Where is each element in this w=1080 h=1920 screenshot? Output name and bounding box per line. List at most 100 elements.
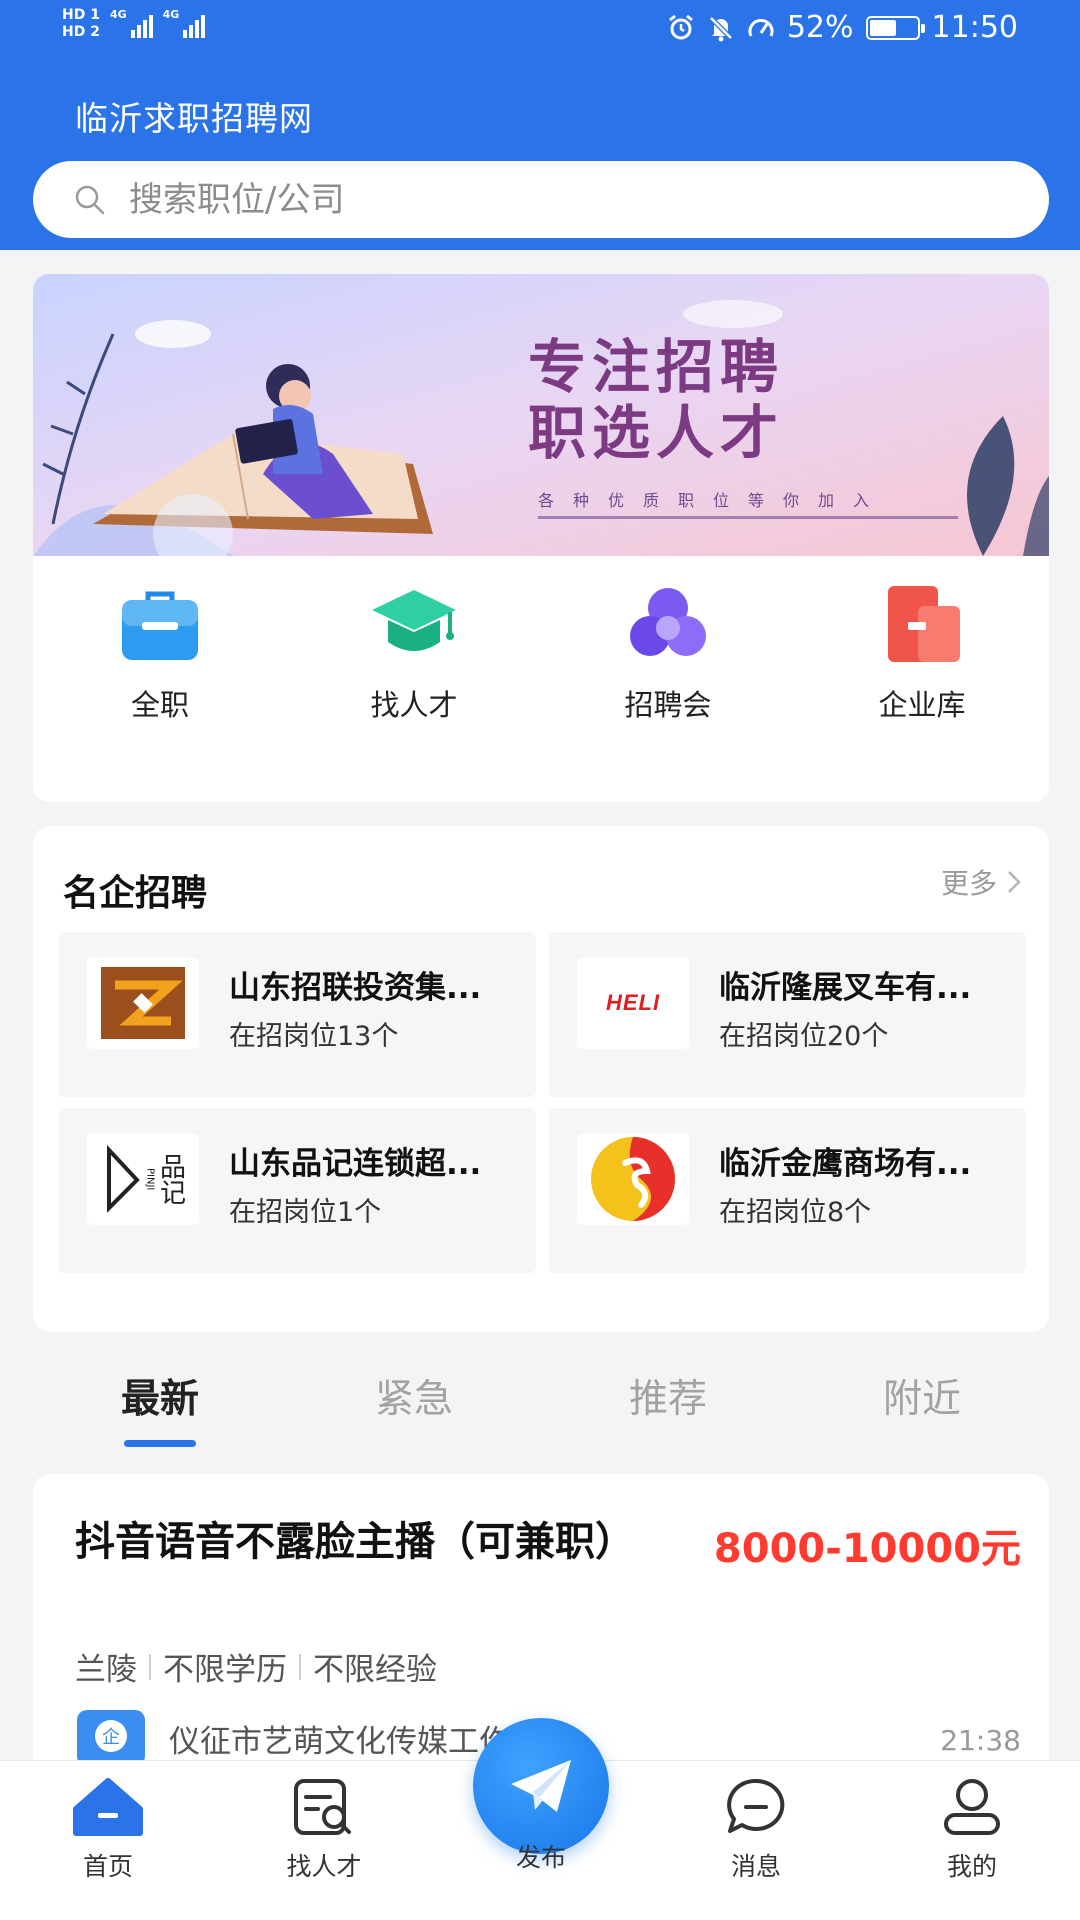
zhaolian-logo [101,967,185,1039]
category-job-fair[interactable]: 招聘会 [541,584,795,744]
battery-icon [865,15,925,40]
more-label: 更多 [940,867,997,900]
job-count: 在招岗位20个 [719,1021,889,1052]
battery-percent: 52% [786,10,854,45]
company-name: 山东品记连锁超... [229,1146,482,1182]
circles-icon [630,588,706,656]
hd-indicators: HD 1 HD 2 [62,8,100,39]
job-tags: 兰陵 不限学历 不限经验 [75,1644,437,1689]
job-count: 在招岗位8个 [719,1197,872,1228]
briefcase-icon [122,591,198,660]
job-education: 不限学历 [163,1652,287,1688]
nav-home[interactable]: 首页 [28,1761,188,1920]
user-icon [944,1779,1000,1835]
company-card[interactable]: 临沂金鹰商场有... 在招岗位8个 [549,1108,1026,1273]
more-link[interactable]: 更多 [941,862,1021,902]
hd1-label: HD 1 [62,7,100,23]
company-logo [577,1133,689,1225]
tab-urgent[interactable]: 紧急 [287,1350,541,1460]
job-company: 企 仪征市艺萌文化传媒工作室 [75,1708,541,1768]
nav-label: 我的 [946,1852,997,1881]
system-status: 52% 11:50 [667,10,1018,45]
company-name: 临沂金鹰商场有... [719,1146,972,1182]
company-card[interactable]: PINJI 品记 山东品记连锁超... 在招岗位1个 [59,1108,536,1273]
app-title: 临沂求职招聘网 [75,99,313,138]
nav-label: 找人才 [286,1852,362,1881]
company-name: 山东招联投资集... [229,970,482,1006]
job-time: 21:38 [940,1724,1021,1757]
chevron-right-icon [1008,871,1021,893]
company-logo [87,957,199,1049]
nav-label: 首页 [82,1852,133,1881]
company-logo: HELI [577,957,689,1049]
tag-divider [149,1653,151,1680]
mute-icon [709,15,733,41]
category-find-talent[interactable]: 找人才 [287,584,541,744]
category-label: 全职 [130,688,189,722]
speed-icon [748,18,774,37]
paper-plane-icon [511,1760,571,1812]
nav-label: 消息 [730,1852,781,1881]
tab-recommended[interactable]: 推荐 [541,1350,795,1460]
graduation-cap-icon [372,590,456,651]
banner-headline: 专注招聘 职选人才 [528,334,784,466]
nav-messages[interactable]: 消息 [676,1761,836,1920]
promo-banner[interactable]: 专注招聘 职选人才 各种优质职位等你加入 [33,274,1049,556]
category-label: 招聘会 [624,688,712,722]
pinji-logo-text-small: PINJI [144,1167,156,1191]
nav-find-talent[interactable]: 找人才 [244,1761,404,1920]
company-card[interactable]: 山东招联投资集... 在招岗位13个 [59,932,536,1097]
status-bar: HD 1 HD 2 4G 4G 52% 11:50 [0,0,1080,62]
banner-subtitle: 各种优质职位等你加入 [538,491,889,510]
heli-logo: HELI [605,990,661,1015]
job-count: 在招岗位13个 [229,1021,399,1052]
buildings-icon [888,586,960,662]
tab-nearby[interactable]: 附近 [795,1350,1049,1460]
search-bar[interactable] [33,161,1049,238]
network-status: HD 1 HD 2 4G 4G [62,8,206,39]
signal1-label: 4G [109,8,127,21]
job-salary: 8000-10000元 [709,1516,1021,1574]
publish-button[interactable] [473,1718,609,1854]
category-label: 企业库 [878,688,966,722]
home-icon [73,1778,143,1836]
job-count: 在招岗位1个 [229,1197,382,1228]
job-location: 兰陵 [75,1652,137,1688]
publish-label: 发布 [515,1843,566,1872]
signal2-label: 4G [162,8,180,21]
search-input[interactable] [129,179,1009,220]
signal-icon: 4G [163,8,206,38]
job-tabs: 最新 紧急 推荐 附近 [33,1350,1049,1460]
company-name: 临沂隆展叉车有... [719,970,972,1006]
nav-profile[interactable]: 我的 [892,1761,1052,1920]
banner-divider [538,516,958,519]
tag-divider [299,1653,301,1680]
jinying-logo [591,1137,675,1221]
category-row: 全职 找人才 招聘会 企业库 [33,584,1049,744]
category-fulltime[interactable]: 全职 [33,584,287,744]
clock: 11:50 [931,10,1018,45]
company-placeholder-icon: 企 [77,1710,145,1766]
section-title: 名企招聘 [63,873,208,914]
company-card[interactable]: HELI 临沂隆展叉车有... 在招岗位20个 [549,932,1026,1097]
pinji-logo-mark [106,1144,140,1213]
pinji-logo-text: 品记 [155,1153,186,1205]
message-icon [727,1778,785,1833]
tab-latest[interactable]: 最新 [33,1350,287,1460]
banner-line2: 职选人才 [528,399,785,467]
top-card: 专注招聘 职选人才 各种优质职位等你加入 全职 找人才 招聘会 企业库 [33,274,1049,802]
famous-companies-card: 名企招聘 更多 山东招联投资集... 在招岗位13个 HELI 临沂隆展叉车有.… [33,826,1049,1332]
header: HD 1 HD 2 4G 4G 52% 11:50 临沂求职招聘网 [0,0,1080,250]
company-placeholder-text: 企 [102,1727,120,1748]
find-talent-icon [294,1779,351,1835]
banner-line1: 专注招聘 [528,333,785,401]
signal-icon: 4G [110,8,153,38]
job-experience: 不限经验 [313,1652,437,1688]
category-company-library[interactable]: 企业库 [795,584,1049,744]
category-label: 找人才 [370,688,458,722]
job-title: 抖音语音不露脸主播（可兼职） [75,1519,635,1565]
hd2-label: HD 2 [62,24,100,40]
search-icon [75,185,105,214]
alarm-icon [668,14,693,39]
company-logo: PINJI 品记 [87,1133,199,1225]
